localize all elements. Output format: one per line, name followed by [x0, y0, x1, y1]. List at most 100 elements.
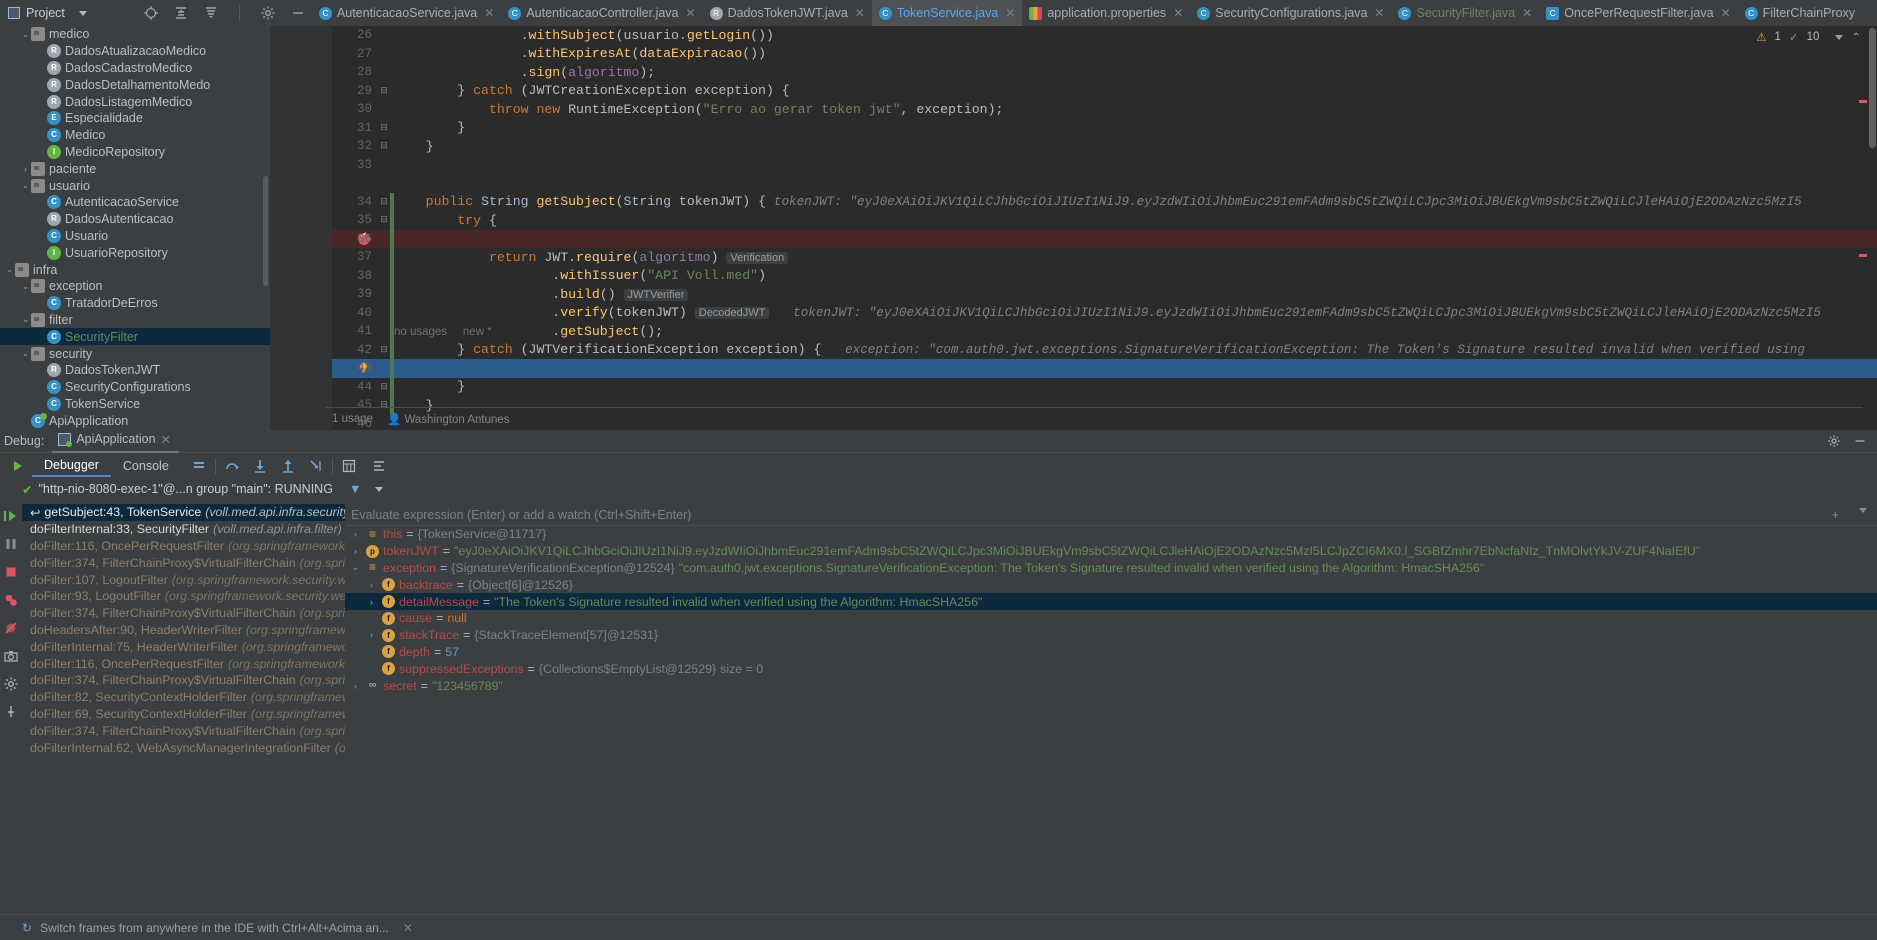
minimize-icon[interactable]: [1853, 434, 1867, 448]
variable-row[interactable]: f cause = null: [345, 610, 1877, 627]
tree-item-medicorepository[interactable]: I MedicoRepository: [0, 144, 270, 161]
camera-icon[interactable]: [3, 648, 19, 664]
step-into-icon[interactable]: [252, 458, 268, 474]
tree-item-tratadordeerros[interactable]: C TratadorDeErros: [0, 295, 270, 312]
code-fold-icon[interactable]: ⊟: [378, 197, 390, 207]
code-line[interactable]: 40 .verify(tokenJWT) DecodedJWT tokenJWT…: [332, 303, 1877, 322]
tree-item-infra[interactable]: ⌄ infra: [0, 261, 270, 278]
close-icon[interactable]: ✕: [1173, 6, 1183, 20]
code-line[interactable]: 37 return JWT.require(algoritmo) Verific…: [332, 248, 1877, 267]
inline-value-exception[interactable]: exception: "com.auth0.jwt.exceptions.Sig…: [845, 343, 1805, 357]
close-icon[interactable]: ✕: [1005, 6, 1015, 20]
project-tree-scrollbar[interactable]: [263, 176, 268, 286]
chevron-down-icon[interactable]: [78, 10, 87, 16]
close-icon[interactable]: ✕: [1522, 6, 1532, 20]
inspection-widget[interactable]: ⚠ 1 ✓ 10 ⌃: [1756, 30, 1861, 44]
code-line[interactable]: 46: [332, 415, 1877, 430]
code-line[interactable]: 44 ⊟ }: [332, 377, 1877, 396]
editor-tab[interactable]: C SecurityConfigurations.java ✕: [1190, 0, 1391, 26]
chevron-down-icon[interactable]: ⌄: [20, 314, 31, 325]
rerun-icon[interactable]: [10, 458, 26, 474]
tree-item-autenticacaoservice[interactable]: C AutenticacaoService: [0, 194, 270, 211]
evaluate-expression-bar[interactable]: Evaluate expression (Enter) or add a wat…: [345, 504, 1877, 526]
frame-item[interactable]: doFilterInternal:33, SecurityFilter (vol…: [22, 521, 345, 538]
add-watch-icon[interactable]: +: [1832, 508, 1839, 522]
frame-item[interactable]: doFilter:374, FilterChainProxy$VirtualFi…: [22, 672, 345, 689]
code-fold-icon[interactable]: ⊟: [378, 141, 390, 151]
editor-tab[interactable]: C SecurityFilter.java ✕: [1391, 0, 1539, 26]
view-breakpoints-icon[interactable]: [3, 592, 19, 608]
chevron-down-icon[interactable]: [1835, 34, 1844, 40]
tree-item-securityfilter[interactable]: C SecurityFilter: [0, 328, 270, 346]
close-icon[interactable]: ✕: [161, 432, 171, 447]
chevron-right-icon[interactable]: ›: [365, 597, 378, 607]
frame-item[interactable]: doFilter:107, LogoutFilter (org.springfr…: [22, 571, 345, 588]
inline-value-tokenjwt[interactable]: tokenJWT: "eyJ0eXAiOiJKV1QiLCJhbGciOiJIU…: [774, 195, 1802, 209]
step-out-icon[interactable]: [280, 458, 296, 474]
pause-program-icon[interactable]: [3, 536, 19, 552]
code-fold-icon[interactable]: ⊟: [378, 345, 390, 355]
tree-item-medico[interactable]: ⌄ medico: [0, 26, 270, 43]
chevron-down-icon[interactable]: [375, 486, 384, 492]
chevron-right-icon[interactable]: ›: [349, 546, 362, 556]
tree-item-dadosautenticacao[interactable]: R DadosAutenticacao: [0, 211, 270, 228]
gear-icon[interactable]: [260, 5, 276, 21]
settings-list-icon[interactable]: [371, 458, 387, 474]
expand-all-icon[interactable]: [173, 5, 189, 21]
code-fold-icon[interactable]: ⊟: [378, 215, 390, 225]
frame-item[interactable]: doFilter:116, OncePerRequestFilter (org.…: [22, 655, 345, 672]
project-tool-button[interactable]: Project: [0, 0, 93, 26]
tree-item-paciente[interactable]: › paciente: [0, 160, 270, 177]
debug-session-tab[interactable]: ApiApplication ✕: [52, 430, 180, 453]
frame-item[interactable]: doFilterInternal:62, WebAsyncManagerInte…: [22, 739, 345, 756]
chevron-down-icon[interactable]: ⌄: [20, 348, 31, 359]
close-icon[interactable]: ✕: [1374, 6, 1384, 20]
frame-item[interactable]: doFilterInternal:75, HeaderWriterFilter …: [22, 638, 345, 655]
error-stripe-marker[interactable]: [1859, 254, 1867, 257]
code-line[interactable]: 26 .withSubject(usuario.getLogin()): [332, 26, 1877, 45]
debug-tool-window[interactable]: Debug: ApiApplication ✕ Debugger Console: [0, 430, 1877, 940]
editor-scrollbar[interactable]: [1869, 28, 1876, 148]
code-line[interactable]: 39 .build() JWTVerifier: [332, 285, 1877, 304]
debug-toolbar[interactable]: Debugger Console: [0, 452, 1877, 478]
chevron-down-icon[interactable]: ⌄: [20, 180, 31, 191]
tree-item-filter[interactable]: ⌄ filter: [0, 312, 270, 329]
code-line[interactable]: 41 .getSubject();: [332, 322, 1877, 341]
tab-console[interactable]: Console: [111, 456, 181, 476]
tree-item-securityconfigurations[interactable]: C SecurityConfigurations: [0, 379, 270, 396]
editor-tab[interactable]: R DadosTokenJWT.java ✕: [703, 0, 872, 26]
close-icon[interactable]: ✕: [1721, 6, 1731, 20]
close-icon[interactable]: ✕: [484, 6, 494, 20]
inline-value-tokenjwt-40[interactable]: tokenJWT: "eyJ0eXAiOiJKV1QiLCJhbGciOiJIU…: [793, 306, 1821, 320]
code-content[interactable]: 26 .withSubject(usuario.getLogin()) 27 .w…: [332, 26, 1877, 430]
collapse-all-icon[interactable]: [203, 5, 219, 21]
tree-item-medico[interactable]: C Medico: [0, 127, 270, 144]
variable-row[interactable]: › f backtrace = {Object[6]@12526}: [345, 576, 1877, 593]
variable-row[interactable]: › ∞ secret = "123456789": [345, 677, 1877, 694]
tree-item-usuariorepository[interactable]: I UsuarioRepository: [0, 244, 270, 261]
variable-row[interactable]: f depth = 57: [345, 644, 1877, 661]
tree-item-security[interactable]: ⌄ security: [0, 345, 270, 362]
editor-tab[interactable]: C AutenticacaoService.java ✕: [312, 0, 501, 26]
variable-row[interactable]: ⌄ ≡ exception = {SignatureVerificationExcept…: [345, 560, 1877, 577]
code-fold-icon[interactable]: ⊟: [378, 123, 390, 133]
close-icon[interactable]: ✕: [686, 6, 696, 20]
code-line[interactable]: 45 ⊟ }: [332, 396, 1877, 415]
frames-list[interactable]: ↩ getSubject:43, TokenService (voll.med.a…: [22, 504, 345, 912]
frame-item[interactable]: doFilter:374, FilterChainProxy$VirtualFi…: [22, 554, 345, 571]
tree-item-dadosdetalhamentomedo[interactable]: R DadosDetalhamentoMedo: [0, 76, 270, 93]
code-fold-icon[interactable]: ⊟: [378, 400, 390, 410]
tree-item-dadosatualizacaomedico[interactable]: R DadosAtualizacaoMedico: [0, 43, 270, 60]
code-line[interactable]: 31 ⊟ }: [332, 119, 1877, 138]
frame-item[interactable]: doFilter:82, SecurityContextHolderFilter…: [22, 689, 345, 706]
tree-item-tokenservice[interactable]: C TokenService: [0, 396, 270, 413]
thread-selector-bar[interactable]: ✔ "http-nio-8080-exec-1"@...n group "mai…: [0, 478, 1877, 500]
code-line[interactable]: 28 .sign(algoritmo);: [332, 63, 1877, 82]
tree-item-apiapplication[interactable]: C ApiApplication: [0, 412, 270, 429]
variable-row[interactable]: f suppressedExceptions = {Collections$Empty…: [345, 660, 1877, 677]
code-line[interactable]: 35 ⊟ try {: [332, 211, 1877, 230]
code-line[interactable]: 36 var algoritmo = Algorithm.HMAC256(sec…: [332, 229, 1877, 248]
tree-item-dadostokenjwt[interactable]: R DadosTokenJWT: [0, 362, 270, 379]
tree-item-dadoscadastromedico[interactable]: R DadosCadastroMedico: [0, 60, 270, 77]
code-line[interactable]: 34 ⊟ public String getSubject(String toke…: [332, 192, 1877, 211]
